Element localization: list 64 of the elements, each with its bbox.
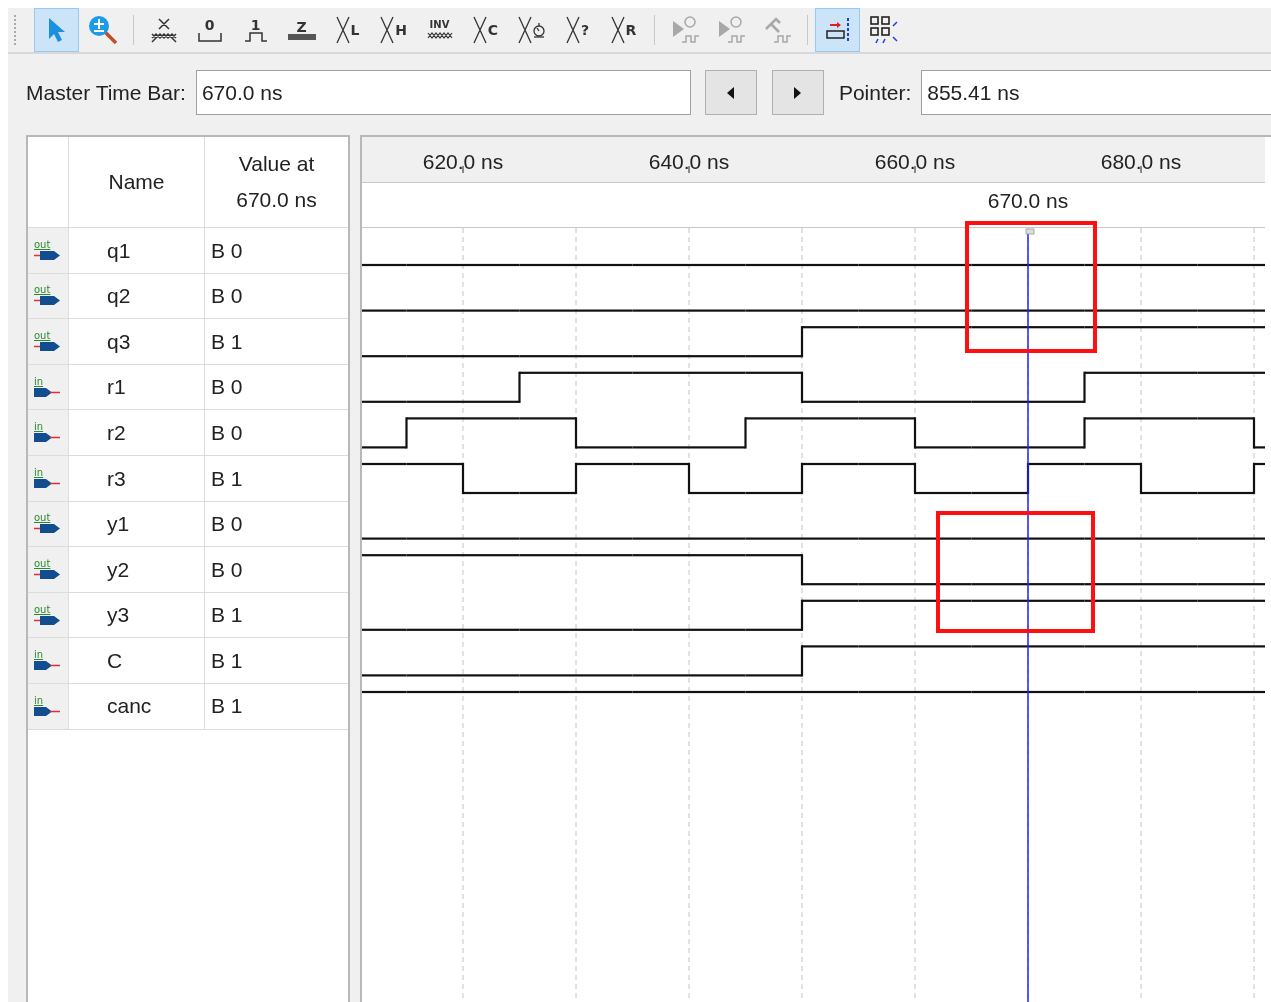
signal-name[interactable]: y3: [107, 599, 130, 631]
pointer-tool-button[interactable]: [34, 8, 79, 52]
signal-value: B 1: [211, 602, 243, 629]
wave-icon: [426, 30, 453, 40]
snap-to-grid-button[interactable]: [815, 8, 860, 52]
value-button[interactable]: C: [463, 8, 508, 52]
name-column-header[interactable]: Name: [108, 166, 165, 198]
right-triangle-icon: [794, 86, 802, 99]
signal-name[interactable]: r3: [107, 462, 126, 494]
high-impedance-button[interactable]: Z: [279, 8, 324, 52]
x-over-hatch-icon: [149, 16, 178, 44]
value-button[interactable]: ?: [555, 8, 600, 52]
value-button[interactable]: R: [601, 8, 646, 52]
signal-name[interactable]: q1: [107, 234, 131, 267]
cursor-time-label: 670.0 ns: [987, 189, 1069, 212]
pointer-label: Pointer:: [838, 79, 912, 106]
signal-name[interactable]: y1: [107, 508, 130, 540]
time-tick-label: 660.0 ns: [874, 150, 956, 173]
zoom-icon: [87, 15, 118, 45]
value-column-header[interactable]: Value at 670.0 ns: [221, 146, 332, 218]
signal-value: B 1: [211, 693, 243, 720]
signal-name[interactable]: y2: [107, 553, 130, 586]
signal-name[interactable]: C: [107, 644, 123, 677]
signal-value: B 0: [211, 237, 243, 264]
low-pulse-icon: [197, 32, 222, 42]
signal-value: B 1: [211, 465, 243, 492]
crossing-lines-icon: [472, 16, 487, 44]
invert-button[interactable]: INV: [417, 8, 462, 52]
signal-name[interactable]: q3: [107, 325, 131, 358]
signal-value: B 1: [211, 328, 243, 355]
bar-icon: [287, 34, 316, 40]
value-button[interactable]: L: [325, 8, 370, 52]
crossing-lines-icon: [518, 16, 532, 44]
signal-value: B 0: [211, 283, 243, 310]
signal-value: B 0: [211, 556, 243, 583]
force-low-button[interactable]: 0: [187, 8, 232, 52]
signal-name[interactable]: canc: [107, 690, 152, 722]
value-button[interactable]: H: [371, 8, 416, 52]
signal-name[interactable]: r1: [107, 371, 126, 403]
time-tick-label: 640.0 ns: [648, 150, 730, 173]
signal-value: B 0: [211, 511, 243, 538]
crossing-lines-icon: [610, 16, 625, 44]
signal-value: B 0: [211, 374, 243, 401]
time-tick-label: 620.0 ns: [422, 150, 504, 173]
signal-name[interactable]: q2: [107, 280, 131, 312]
master-time-bar-field[interactable]: 670.0 ns: [195, 70, 691, 115]
time-tick-label: 680.0 ns: [1100, 150, 1182, 173]
pointer-icon: [46, 17, 67, 43]
crossing-lines-icon: [565, 16, 580, 44]
left-triangle-icon: [727, 86, 735, 99]
snap-icon: [823, 16, 852, 44]
force-high-button[interactable]: 1: [233, 8, 278, 52]
high-pulse-icon: [243, 32, 268, 42]
time-cursor[interactable]: [1025, 228, 1035, 1002]
master-time-bar-label: Master Time Bar:: [26, 79, 186, 106]
stopwatch-icon: [533, 22, 545, 38]
crossing-lines-icon: [335, 16, 350, 44]
grid-nodes-icon: [868, 15, 899, 45]
signal-value: B 1: [211, 647, 243, 674]
timeline-ruler[interactable]: [362, 137, 1265, 182]
pointer-field[interactable]: 855.41 ns: [921, 70, 1271, 115]
signal-value: B 0: [211, 419, 243, 446]
crossing-lines-icon: [380, 16, 395, 44]
signal-name[interactable]: r2: [107, 416, 126, 449]
